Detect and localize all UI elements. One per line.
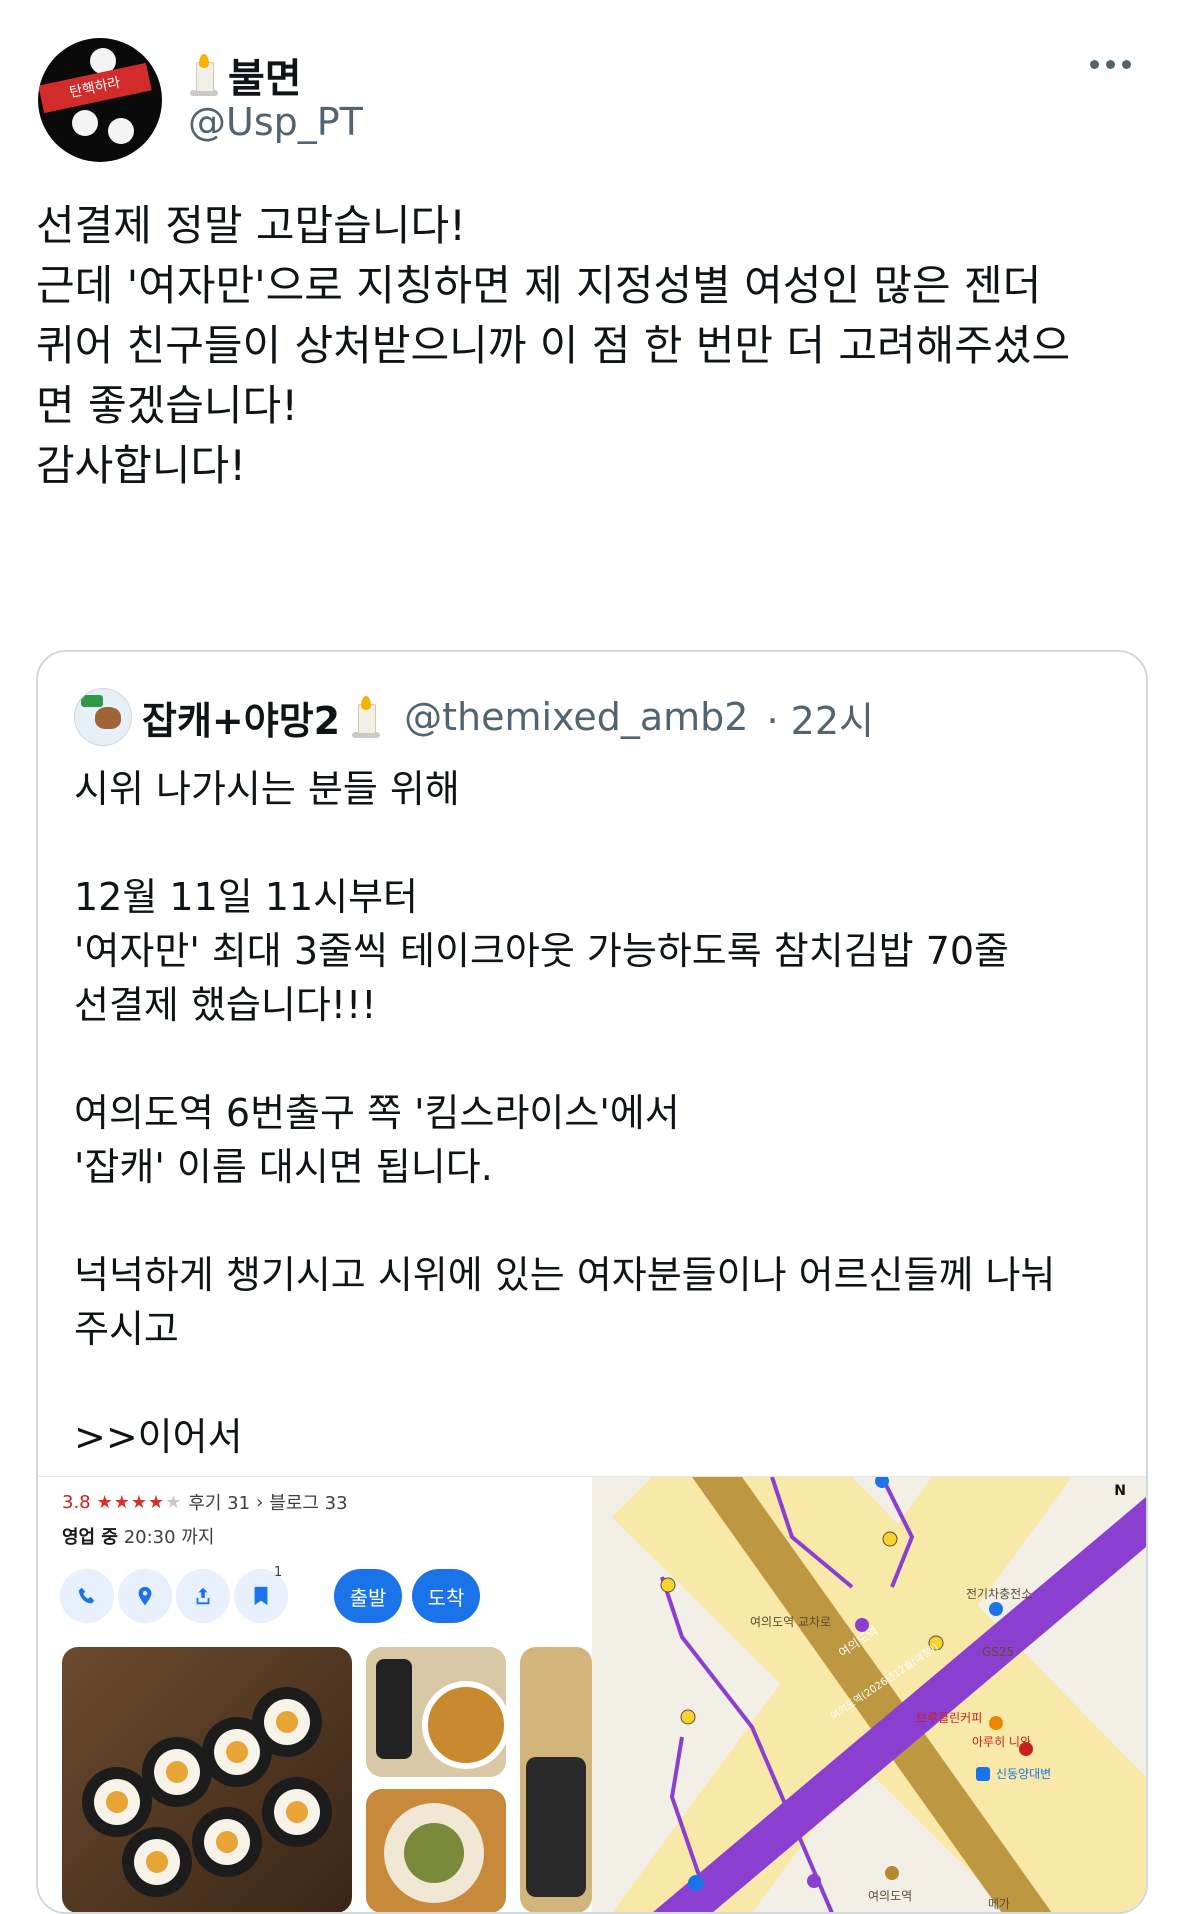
quoted-avatar[interactable] [74, 688, 132, 746]
quoted-tweet-text: 시위 나가시는 분들 위해 12월 11일 11시부터 '여자만' 최대 3줄씩… [74, 762, 1114, 1464]
food-photo[interactable] [366, 1647, 506, 1777]
quoted-text-line: >>이어서 [74, 1415, 243, 1459]
chevron-right-icon: › [256, 1491, 264, 1513]
opening-hours: 영업 중 20:30 까지 [62, 1523, 214, 1549]
tweet-text: 선결제 정말 고맙습니다! 근데 '여자만'으로 지칭하면 제 지정성별 여성인… [36, 196, 1156, 496]
tweet-text-line: 면 좋겠습니다! [36, 381, 299, 430]
north-compass-icon: N [1114, 1483, 1126, 1499]
tweet-text-line: 선결제 정말 고맙습니다! [36, 201, 466, 250]
author-display-name[interactable]: 불면 [228, 46, 302, 104]
flower-decoration [108, 118, 134, 144]
map-label-shop: 아루히 니와 [972, 1735, 1032, 1749]
quoted-text-line: 넉넉하게 챙기시고 시위에 있는 여자분들이나 어르신들께 나눠 [74, 1253, 1056, 1297]
closing-time: 20:30 까지 [123, 1527, 215, 1548]
blog-link[interactable]: 블로그 33 [269, 1489, 347, 1515]
save-count: 1 [274, 1565, 283, 1580]
arrive-button[interactable]: 도착 [412, 1569, 480, 1623]
map-label-gs25: GS25 [982, 1645, 1015, 1659]
map-label-ev: 전기차충전소 [966, 1587, 1033, 1601]
tweet: 탄핵하라 불면 @Usp_PT 선결제 정말 고맙습니다! 근데 '여자만'으로… [0, 0, 1179, 1914]
tweet-text-line: 퀴어 친구들이 상처받으니까 이 점 한 번만 더 고려해주셨으 [36, 321, 1071, 370]
map-label-station-bottom: 여의도역 [868, 1889, 913, 1903]
open-status: 영업 중 [62, 1527, 118, 1548]
quoted-display-name[interactable]: 잡캐+야망2 [142, 690, 340, 745]
star-rating-icon: ★★★★★ [96, 1491, 183, 1513]
quoted-tweet[interactable]: 잡캐+야망2 @themixed_amb2 · 22시 시위 나가시는 분들 위… [36, 650, 1148, 1914]
avatar[interactable]: 탄핵하라 [38, 38, 162, 162]
phone-icon[interactable] [60, 1569, 114, 1623]
food-photo[interactable] [366, 1789, 506, 1912]
quoted-tweet-header: 잡캐+야망2 @themixed_amb2 · 22시 [74, 688, 874, 746]
quoted-text-line: 주시고 [74, 1307, 179, 1351]
map-label-hospital: 신동양대변 [996, 1767, 1052, 1781]
quoted-text-line [74, 1032, 1114, 1086]
quoted-handle[interactable]: @themixed_amb2 [404, 695, 748, 739]
quoted-text-line [74, 1356, 1114, 1410]
more-horizontal-icon[interactable] [1090, 60, 1131, 69]
quoted-media[interactable]: 3.8 ★★★★★ 후기 31 › 블로그 33 영업 중 20:30 까지 1… [38, 1476, 1146, 1912]
map-label-transfer: 여의도역 교차로 [750, 1615, 832, 1629]
quoted-text-line [74, 816, 1114, 870]
quoted-text-line: 선결제 했습니다!!! [74, 983, 377, 1027]
reviews-link[interactable]: 후기 31 [188, 1489, 250, 1515]
map-label-misc: 메가 [988, 1897, 1011, 1911]
place-card-screenshot[interactable]: 3.8 ★★★★★ 후기 31 › 블로그 33 영업 중 20:30 까지 1… [38, 1477, 592, 1912]
kimbap-photo[interactable] [62, 1647, 352, 1912]
quoted-text-line: 12월 11일 11시부터 [74, 875, 419, 919]
quoted-time: · 22시 [766, 698, 874, 743]
quoted-text-line: 시위 나가시는 분들 위해 [74, 767, 460, 811]
quoted-text-line: 여의도역 6번출구 쪽 '킴스라이스'에서 [74, 1091, 680, 1135]
author-name-row[interactable]: 불면 [188, 46, 302, 104]
tweet-text-line: 근데 '여자만'으로 지칭하면 제 지정성별 여성인 많은 젠더 [36, 261, 1042, 310]
location-pin-icon[interactable] [118, 1569, 172, 1623]
food-photo[interactable] [520, 1647, 592, 1912]
author-handle[interactable]: @Usp_PT [188, 100, 363, 144]
share-icon[interactable] [176, 1569, 230, 1623]
quoted-text-line [74, 1194, 1114, 1248]
map-screenshot[interactable]: N 여의도역 교차로 여의도역 여의도역(2026년12월(예정)) 전기차충전… [592, 1477, 1146, 1912]
rating-row: 3.8 ★★★★★ 후기 31 › 블로그 33 [62, 1489, 348, 1515]
quoted-text-line: '여자만' 최대 3줄씩 테이크아웃 가능하도록 참치김밥 70줄 [74, 929, 1010, 973]
tweet-text-line: 감사합니다! [36, 441, 247, 490]
flower-decoration [72, 110, 98, 136]
candle-icon [350, 696, 381, 738]
map-label-cafe: 브루클린커피 [916, 1711, 983, 1725]
rating-score: 3.8 [62, 1491, 91, 1513]
quoted-text-line: '잡캐' 이름 대시면 됩니다. [74, 1145, 493, 1189]
depart-button[interactable]: 출발 [334, 1569, 402, 1623]
candle-icon [188, 54, 218, 96]
